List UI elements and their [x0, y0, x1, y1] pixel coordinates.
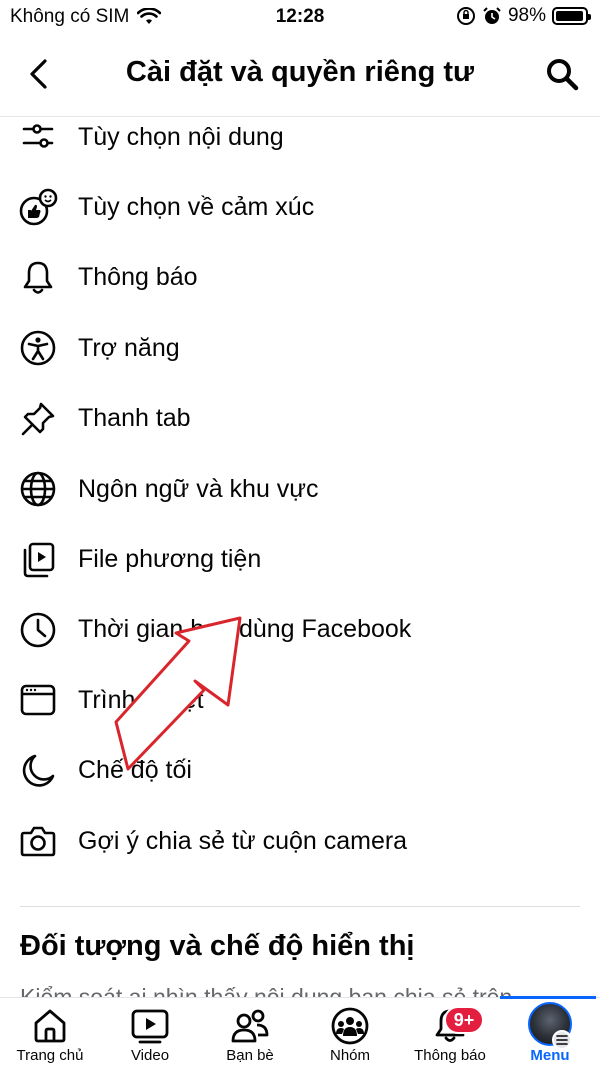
menu-item-label: Tùy chọn nội dung — [78, 122, 284, 151]
browser-icon — [18, 680, 58, 720]
search-icon — [547, 59, 579, 91]
status-right: 98% — [456, 5, 591, 27]
section-title: Đối tượng và chế độ hiển thị — [20, 930, 415, 962]
tab-friends[interactable]: Bạn bè — [200, 998, 300, 1067]
menu-item-media-files[interactable]: File phương tiện — [0, 524, 600, 594]
menu-item-browser[interactable]: Trình duyệt — [0, 665, 600, 735]
menu-item-camera-roll-suggestions[interactable]: Gợi ý chia sẻ từ cuộn camera — [0, 806, 600, 876]
moon-icon — [18, 751, 58, 791]
video-icon — [130, 1006, 170, 1046]
tab-notifications[interactable]: 9+ Thông báo — [400, 998, 500, 1067]
pin-icon — [18, 399, 58, 439]
page-title: Cài đặt và quyền riêng tư — [125, 56, 475, 88]
reactions-icon — [18, 188, 58, 228]
notification-count-badge: 9+ — [444, 1006, 484, 1034]
tab-home[interactable]: Trang chủ — [0, 998, 100, 1067]
menu-item-content-preferences[interactable]: Tùy chọn nội dung — [0, 102, 600, 172]
clock-icon — [18, 610, 58, 650]
alarm-icon — [483, 7, 501, 24]
tab-label: Nhóm — [329, 1047, 370, 1064]
sliders-icon — [18, 117, 58, 157]
bottom-tab-bar: Trang chủ Video Bạn bè Nhóm 9+ Thông báo… — [0, 996, 600, 1067]
tab-groups[interactable]: Nhóm — [300, 998, 400, 1067]
tab-menu[interactable]: Menu — [500, 998, 600, 1067]
groups-icon — [330, 1006, 370, 1046]
globe-icon — [18, 469, 58, 509]
menu-item-reaction-preferences[interactable]: Tùy chọn về cảm xúc — [0, 172, 600, 242]
menu-item-dark-mode[interactable]: Chế độ tối — [0, 736, 600, 806]
tab-label: Trang chủ — [16, 1047, 84, 1064]
search-button[interactable] — [540, 52, 584, 96]
orientation-lock-icon — [456, 7, 475, 25]
media-file-icon — [18, 540, 58, 580]
battery-icon — [552, 7, 591, 25]
menu-item-notifications[interactable]: Thông báo — [0, 243, 600, 313]
battery-fill — [556, 11, 584, 21]
section-divider — [20, 906, 580, 907]
menu-item-label: Thông báo — [78, 263, 198, 292]
menu-item-label: Tùy chọn về cảm xúc — [78, 193, 315, 222]
menu-item-label: Trình duyệt — [78, 685, 204, 714]
status-bar: Không có SIM 12:28 98% — [0, 0, 600, 34]
menu-item-tab-bar[interactable]: Thanh tab — [0, 384, 600, 454]
menu-item-label: Trợ năng — [78, 333, 180, 362]
accessibility-icon — [18, 328, 58, 368]
menu-item-label: Ngôn ngữ và khu vực — [78, 474, 319, 503]
menu-item-label: File phương tiện — [78, 545, 262, 574]
home-icon — [30, 1006, 70, 1046]
friends-icon — [230, 1006, 270, 1046]
tab-label: Thông báo — [414, 1047, 486, 1064]
menu-item-label: Thanh tab — [78, 404, 191, 433]
tab-label: Video — [130, 1047, 170, 1064]
menu-item-label: Thời gian bạn dùng Facebook — [78, 615, 412, 644]
tab-video[interactable]: Video — [100, 998, 200, 1067]
battery-percent: 98% — [507, 5, 546, 26]
menu-item-time-on-facebook[interactable]: Thời gian bạn dùng Facebook — [0, 595, 600, 665]
bell-icon — [18, 258, 58, 298]
menu-item-language-region[interactable]: Ngôn ngữ và khu vực — [0, 454, 600, 524]
tab-label: Bạn bè — [226, 1047, 274, 1064]
tab-label: Menu — [530, 1047, 570, 1064]
menu-item-label: Chế độ tối — [78, 756, 192, 785]
camera-icon — [18, 821, 58, 861]
menu-item-label: Gợi ý chia sẻ từ cuộn camera — [78, 826, 408, 855]
menu-item-accessibility[interactable]: Trợ năng — [0, 313, 600, 383]
settings-menu-list: Tùy chọn nội dung Tùy chọn về cảm xúc Th… — [0, 102, 600, 876]
